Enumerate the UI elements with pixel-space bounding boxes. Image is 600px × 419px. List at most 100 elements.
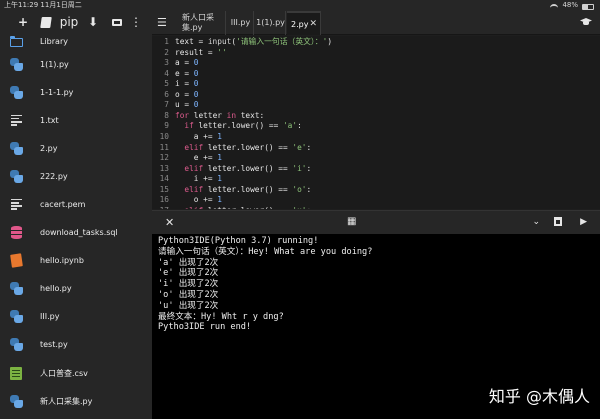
line-number: 10: [159, 131, 169, 141]
code-token: e +=: [175, 153, 218, 163]
console-line: Pytho3IDE run end!: [158, 322, 252, 333]
code-token: in: [226, 110, 237, 120]
file-name: 新人口采集.py: [40, 396, 93, 406]
code-line: 10 a += 1: [152, 132, 222, 143]
python-file-icon: [9, 141, 23, 155]
status-time: 上午11:29: [4, 1, 39, 9]
more-options-icon[interactable]: ⋮: [128, 11, 144, 33]
tab-xinrenkou[interactable]: 新人口采 集.py: [178, 11, 226, 35]
console-line: 'u' 出现了2次: [158, 300, 219, 311]
code-token: :: [297, 121, 302, 131]
file-item[interactable]: hello.ipynb: [0, 247, 152, 275]
chevron-down-icon[interactable]: ⌄: [532, 217, 540, 227]
battery-percent: 48%: [562, 1, 578, 9]
line-number: 7: [164, 100, 169, 110]
file-item-library[interactable]: Library: [0, 33, 152, 50]
file-item[interactable]: 2.py: [0, 134, 152, 162]
code-token: :: [306, 142, 312, 152]
file-name: 1-1-1.py: [40, 87, 74, 97]
file-item[interactable]: 1(1).py: [0, 50, 152, 78]
code-token: o +=: [175, 195, 218, 205]
close-tab-icon[interactable]: ✕: [309, 19, 317, 29]
database-file-icon: [9, 226, 23, 240]
file-item[interactable]: 222.py: [0, 162, 152, 190]
line-number: 4: [164, 68, 169, 78]
code-token: if: [184, 121, 194, 131]
python-file-icon: [9, 57, 23, 71]
file-item[interactable]: download_tasks.sql: [0, 219, 152, 247]
text-file-icon: [9, 113, 23, 127]
notebook-icon[interactable]: [34, 11, 58, 33]
line-number: 9: [164, 121, 169, 131]
tab-iii[interactable]: III.py: [228, 11, 254, 35]
code-line: 15 elif letter.lower() == 'o':: [152, 185, 312, 196]
tab-label-line2: 集.py: [182, 23, 203, 32]
graduation-cap-icon[interactable]: [580, 16, 592, 28]
trash-icon[interactable]: [554, 216, 562, 229]
tab-label-line1: 新人口采: [182, 13, 214, 22]
file-item[interactable]: test.py: [0, 331, 152, 359]
tab-2-active[interactable]: 2.py ✕: [287, 11, 321, 35]
csv-file-icon: [9, 366, 23, 380]
console-line: Python3IDE(Python 3.7) running!: [158, 236, 319, 246]
code-token: :: [306, 206, 311, 209]
file-name: hello.ipynb: [40, 256, 84, 266]
line-number: 5: [164, 79, 169, 89]
file-item[interactable]: 人口普查.csv: [0, 359, 152, 387]
code-token: 'e': [292, 142, 307, 152]
python-file-icon: [9, 310, 23, 324]
tab-1-1[interactable]: 1(1).py: [256, 11, 286, 35]
python-file-icon: [9, 394, 23, 408]
status-bar: 上午11:29 11月1日周二 48%: [0, 0, 600, 11]
file-item[interactable]: 1.txt: [0, 106, 152, 134]
close-console-icon[interactable]: ✕: [165, 216, 174, 229]
keyboard-icon[interactable]: ▦: [347, 216, 357, 227]
add-file-button[interactable]: +: [12, 11, 34, 33]
file-item[interactable]: III.py: [0, 303, 152, 331]
code-token: elif: [184, 163, 204, 173]
menu-icon[interactable]: ☰: [157, 16, 169, 29]
file-name: test.py: [40, 340, 68, 350]
editor-tab-bar: ☰ 新人口采 集.py III.py 1(1).py 2.py ✕: [152, 11, 600, 35]
code-editor[interactable]: 1 text = input('请输入一句话（英文）：') 2 result = ''…: [152, 36, 600, 209]
notebook-file-icon: [9, 253, 23, 268]
line-number: 16: [159, 195, 169, 205]
code-token: 1: [217, 174, 222, 184]
run-icon[interactable]: ▶: [580, 217, 587, 227]
watermark: 知乎 @木偶人: [488, 387, 590, 406]
code-token: a =: [175, 58, 194, 68]
file-name: 1.txt: [40, 115, 59, 125]
wifi-icon: [550, 4, 559, 10]
code-token: elif: [184, 206, 203, 209]
code-token: text =: [175, 37, 208, 46]
code-line: 1 text = input('请输入一句话（英文）：'): [152, 37, 332, 48]
file-item[interactable]: cacert.pem: [0, 190, 152, 218]
code-line: 8 for letter in text:: [152, 111, 264, 122]
code-line: 7 u = 0: [152, 100, 198, 111]
code-token: 0: [193, 79, 199, 89]
download-icon[interactable]: ⬇: [80, 11, 106, 33]
console-line: 'o' 出现了2次: [158, 289, 219, 300]
file-item[interactable]: hello.py: [0, 275, 152, 303]
code-line: 11 elif letter.lower() == 'e':: [152, 142, 312, 154]
file-name: cacert.pem: [40, 200, 86, 210]
code-line: 4 e = 0: [152, 69, 198, 80]
code-token: 1: [217, 131, 222, 141]
code-token: 'u': [292, 206, 306, 209]
line-number: 12: [159, 153, 169, 163]
file-item[interactable]: 新人口采集.py: [0, 387, 152, 415]
code-line: 13 elif letter.lower() == 'i':: [152, 163, 312, 175]
status-date: 11月1日周二: [40, 1, 82, 9]
pip-button[interactable]: pip: [58, 11, 80, 33]
console-line: 'i' 出现了2次: [158, 279, 219, 290]
python-file-icon: [9, 338, 23, 352]
console-line: 最终文本：Hy! Wht r y dng?: [158, 311, 284, 322]
computer-icon[interactable]: [106, 11, 128, 33]
file-list: Library 1(1).py 1-1-1.py 1.txt 2.py 222.…: [0, 33, 152, 415]
file-item[interactable]: 1-1-1.py: [0, 78, 152, 106]
code-token: result =: [175, 47, 218, 57]
file-name: Library: [40, 37, 68, 46]
line-number: 8: [164, 110, 169, 120]
